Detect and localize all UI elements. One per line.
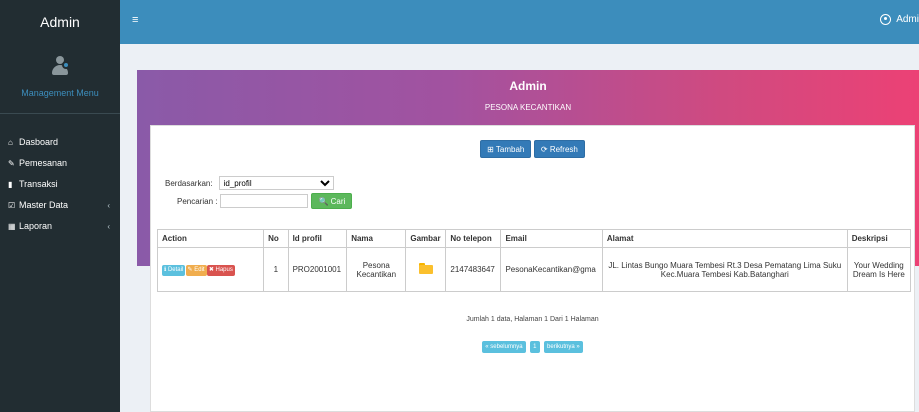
col-id-profil: Id profil — [287, 229, 348, 248]
table-header-row: Action No Id profil Nama Gambar No telep… — [156, 229, 912, 248]
edit-icon: ☑ — [8, 201, 16, 210]
sidebar-item-transaksi[interactable]: ▮ Transaksi — [0, 174, 120, 195]
filter-form: Berdasarkan: id_profil Pencarian : 🔍 Car… — [165, 174, 353, 210]
toolbar: ⊞ Tambah ⟳ Refresh — [151, 140, 914, 158]
cell-alamat: JL. Lintas Bungo Muara Tembesi Rt.3 Desa… — [601, 247, 848, 292]
add-button[interactable]: ⊞ Tambah — [480, 140, 532, 158]
user-block: Management Menu — [0, 44, 120, 114]
filter-by-select[interactable]: id_profil — [218, 176, 334, 190]
data-panel: ⊞ Tambah ⟳ Refresh Berdasarkan: id_profi… — [150, 125, 915, 412]
cell-gambar — [405, 247, 447, 292]
cell-nama: Pesona Kecantikan — [346, 247, 407, 292]
col-email: Email — [500, 229, 603, 248]
user-circle-icon — [880, 14, 892, 25]
search-input[interactable] — [220, 194, 309, 208]
management-menu-label: Management Menu — [21, 88, 99, 98]
sidebar-menu: ⌂ Dasboard ✎ Pemesanan ▮ Transaksi ☑ Mas… — [0, 132, 120, 237]
search-label: Pencarian : — [177, 196, 218, 206]
cell-deskripsi: Your Wedding Dream Is Here — [846, 247, 912, 292]
content-area: Admin PESONA KECANTIKAN ⊞ Tambah ⟳ Refre… — [120, 44, 919, 412]
refresh-button[interactable]: ⟳ Refresh — [533, 140, 585, 158]
sidebar-item-dasboard[interactable]: ⌂ Dasboard — [0, 132, 120, 153]
topbar: ≡ Admi — [120, 0, 919, 44]
sidebar-item-label: Dasboard — [19, 137, 59, 147]
col-no-telepon: No telepon — [445, 229, 502, 248]
action-cell: ℹ Detail ✎ Edit ✖ Hapus — [156, 247, 265, 292]
filter-by-label: Berdasarkan: — [165, 178, 213, 188]
next-page-button[interactable]: berikutnya » — [544, 341, 583, 353]
col-alamat: Alamat — [601, 229, 848, 248]
col-action: Action — [156, 229, 265, 248]
delete-button[interactable]: ✖ Hapus — [206, 264, 235, 276]
pencil-icon: ✎ — [8, 159, 15, 168]
pagination: « sebelumnya 1 berikutnya » — [151, 340, 914, 353]
sidebar: Admin Management Menu ⌂ Dasboard ✎ Pemes… — [0, 0, 120, 412]
col-nama: Nama — [346, 229, 407, 248]
detail-button[interactable]: ℹ Detail — [162, 264, 186, 276]
user-menu[interactable]: Admi — [880, 14, 919, 25]
user-name: Admi — [896, 14, 919, 25]
cell-email: PesonaKecantikan@gma — [500, 247, 603, 292]
data-table: Action No Id profil Nama Gambar No telep… — [156, 229, 912, 292]
chevron-left-icon: ‹ — [107, 201, 110, 210]
sidebar-item-label: Laporan — [19, 221, 53, 231]
folder-icon[interactable] — [418, 263, 433, 274]
page-subtitle: PESONA KECANTIKAN — [484, 103, 572, 112]
chevron-left-icon: ‹ — [107, 222, 110, 231]
cell-no-telepon: 2147483647 — [445, 247, 502, 292]
cell-id-profil: PRO2001001 — [287, 247, 348, 292]
sidebar-item-label: Pemesanan — [19, 158, 68, 168]
edit-button[interactable]: ✎ Edit — [185, 264, 207, 276]
cell-no: 1 — [263, 247, 289, 292]
sidebar-item-master-data[interactable]: ☑ Master Data ‹ — [0, 195, 120, 216]
search-button[interactable]: 🔍 Cari — [311, 193, 353, 209]
sidebar-item-laporan[interactable]: ▦ Laporan ‹ — [0, 216, 120, 237]
pagination-info: Jumlah 1 data, Halaman 1 Dari 1 Halaman — [466, 316, 599, 323]
col-no: No — [263, 229, 289, 248]
col-deskripsi: Deskripsi — [846, 229, 912, 248]
user-avatar-icon — [49, 56, 71, 78]
page-1-button[interactable]: 1 — [530, 341, 540, 353]
sidebar-item-label: Transaksi — [19, 179, 58, 189]
col-gambar: Gambar — [405, 229, 447, 248]
calendar-icon: ▦ — [8, 222, 16, 231]
prev-page-button[interactable]: « sebelumnya — [482, 341, 526, 353]
home-icon: ⌂ — [8, 138, 13, 147]
sidebar-item-pemesanan[interactable]: ✎ Pemesanan — [0, 153, 120, 174]
book-icon: ▮ — [8, 180, 13, 189]
sidebar-item-label: Master Data — [19, 200, 69, 210]
table-row: ℹ Detail ✎ Edit ✖ Hapus 1 PRO2001001 Pes… — [156, 247, 912, 292]
page-title: Admin — [509, 79, 547, 93]
brand-title[interactable]: Admin — [0, 0, 120, 44]
menu-toggle-icon[interactable]: ≡ — [132, 14, 138, 26]
